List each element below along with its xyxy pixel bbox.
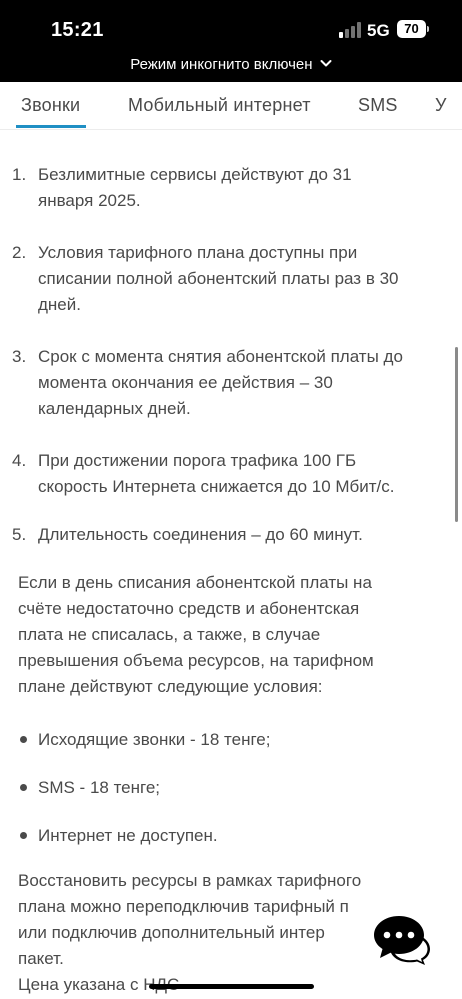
signal-bars-icon [339, 22, 361, 38]
battery-level: 70 [397, 20, 426, 38]
list-number: 5. [12, 525, 27, 544]
list-item-text: Безлимитные сервисы действуют до 31 янва… [38, 165, 352, 210]
bullet-dot [20, 736, 27, 743]
incognito-banner[interactable]: Режим инкогнито включен [0, 56, 462, 73]
restore-paragraph: Восстановить ресурсы в рамках тарифного … [18, 871, 362, 994]
list-number: 4. [12, 451, 27, 470]
tab-mobile-internet[interactable]: Мобильный интернет [128, 95, 311, 116]
list-item-text: Условия тарифного плана доступны при спи… [38, 243, 399, 314]
scrollbar[interactable] [455, 347, 458, 522]
list-item-text: Длительность соединения – до 60 минут. [38, 525, 363, 544]
bullet-dot [20, 784, 27, 791]
list-number: 1. [12, 165, 27, 184]
conditions-paragraph: Если в день списания абонентской платы н… [18, 573, 374, 696]
tab-partial[interactable]: У [435, 95, 447, 116]
active-tab-indicator [16, 125, 86, 128]
status-bar: 15:21 5G 70 Режим инкогнито включен [0, 0, 462, 82]
list-number: 2. [12, 243, 27, 262]
list-number: 3. [12, 347, 27, 366]
list-item-text: Срок с момента снятия абонентской платы … [38, 347, 403, 418]
home-indicator[interactable] [149, 984, 314, 989]
chat-bubble-icon[interactable] [372, 914, 432, 966]
tab-calls[interactable]: Звонки [21, 95, 80, 116]
tab-bar: Звонки Мобильный интернет SMS У [0, 82, 462, 130]
status-time: 15:21 [51, 19, 104, 41]
tariff-conditions: 1. Безлимитные сервисы действуют до 31 я… [0, 130, 462, 999]
tab-sms[interactable]: SMS [358, 95, 398, 116]
list-item-text: При достижении порога трафика 100 ГБ ско… [38, 451, 395, 496]
incognito-text: Режим инкогнито включен [130, 56, 313, 73]
network-type: 5G [367, 21, 390, 40]
battery-icon: 70 [397, 20, 429, 38]
bullet-dot [20, 832, 27, 839]
chevron-down-icon [320, 60, 332, 67]
